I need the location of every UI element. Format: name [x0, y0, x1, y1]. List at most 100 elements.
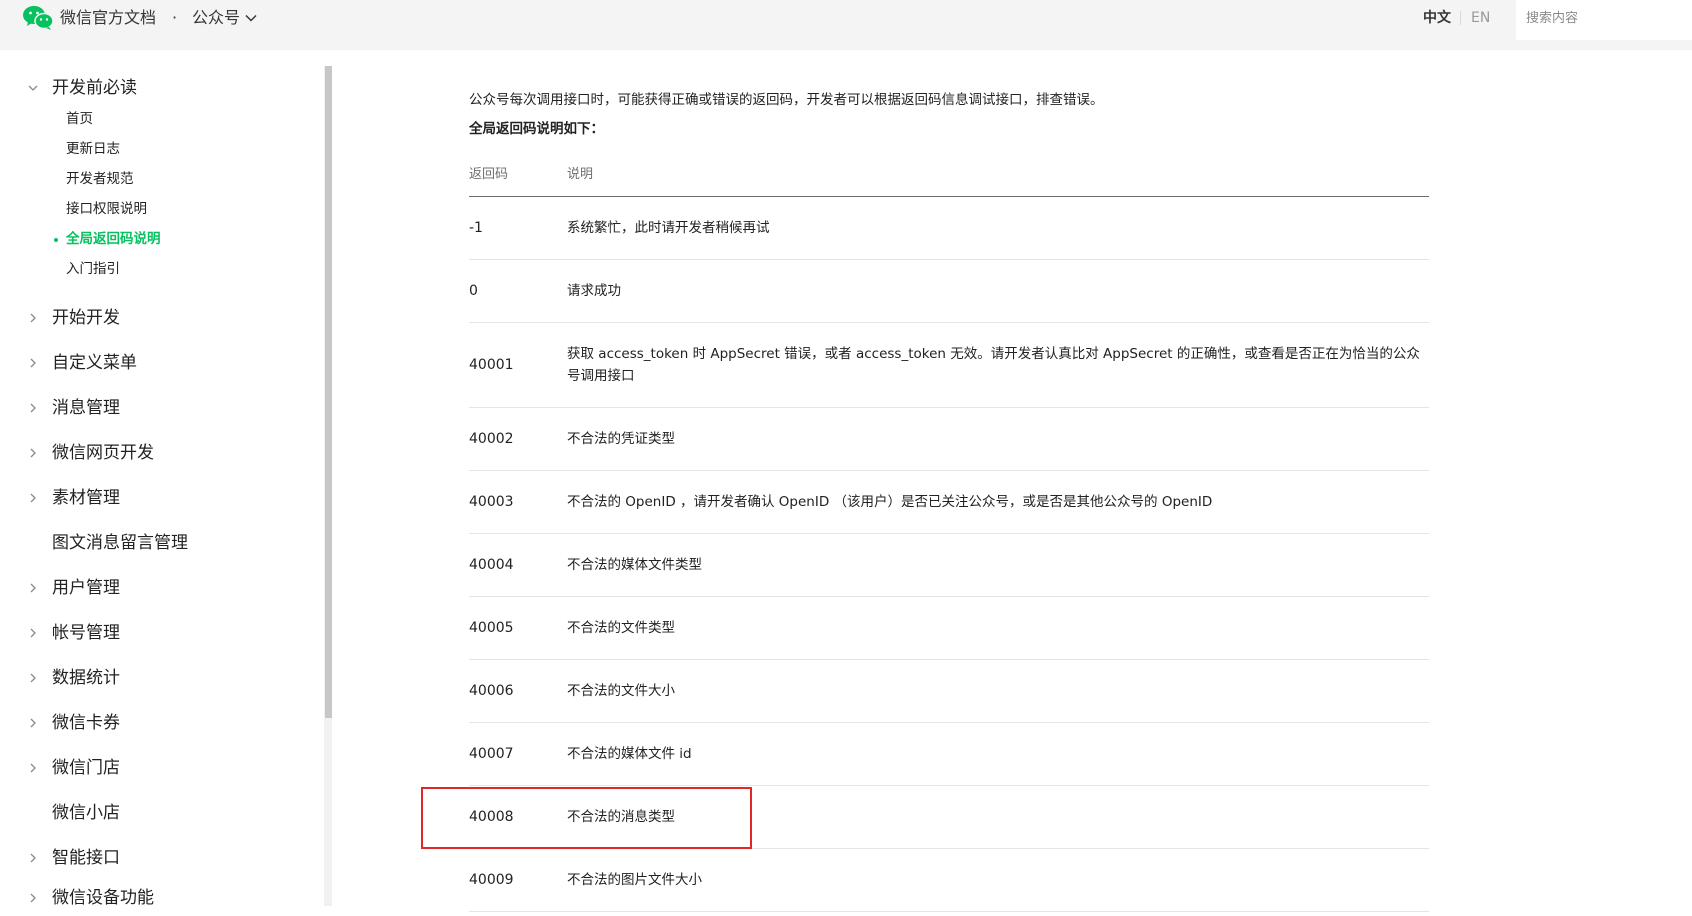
sidebar-nav: 开发前必读 首页 更新日志 开发者规范 接口权限说明 全局返回码说明 入门指引 …	[0, 50, 340, 908]
sidebar-item-global-return-codes[interactable]: 全局返回码说明	[0, 226, 320, 252]
sidebar-item-changelog[interactable]: 更新日志	[0, 136, 320, 162]
chevron-right-icon	[30, 893, 36, 903]
sidebar-section-web-dev[interactable]: 微信网页开发	[0, 435, 320, 471]
return-code-desc: 不合法的凭证类型	[567, 431, 675, 447]
return-code-desc: 获取 access_token 时 AppSecret 错误，或者 access…	[567, 346, 1420, 384]
return-code: 40007	[469, 746, 514, 762]
sidebar-section-label: 微信小店	[52, 803, 120, 823]
sidebar-section-shop[interactable]: 微信小店	[0, 795, 320, 831]
table-row: 0 请求成功	[469, 260, 1429, 323]
table-row: -1 系统繁忙，此时请开发者稍候再试	[469, 197, 1429, 260]
table-row: 40004 不合法的媒体文件类型	[469, 534, 1429, 597]
sidebar-section-users[interactable]: 用户管理	[0, 570, 320, 606]
sidebar-section-label: 帐号管理	[52, 623, 120, 643]
sidebar-item-home[interactable]: 首页	[0, 106, 320, 132]
site-brand[interactable]: 微信官方文档	[60, 7, 156, 29]
sidebar-section-materials[interactable]: 素材管理	[0, 480, 320, 516]
sidebar-section-label: 消息管理	[52, 398, 120, 418]
return-code: 40002	[469, 431, 514, 447]
chevron-right-icon	[30, 628, 36, 638]
search-input[interactable]	[1524, 6, 1688, 30]
sidebar-item-getting-started[interactable]: 入门指引	[0, 256, 320, 282]
return-code: 40009	[469, 872, 514, 888]
return-code-desc: 不合法的媒体文件类型	[567, 557, 702, 573]
chevron-right-icon	[30, 313, 36, 323]
sidebar-section-label: 图文消息留言管理	[52, 533, 188, 553]
chevron-right-icon	[30, 763, 36, 773]
chevron-right-icon	[30, 493, 36, 503]
search-box	[1516, 0, 1692, 40]
intro-text: 公众号每次调用接口时，可能获得正确或错误的返回码，开发者可以根据返回码信息调试接…	[469, 92, 1104, 108]
table-row: 40005 不合法的文件类型	[469, 597, 1429, 660]
column-header-code: 返回码	[469, 167, 509, 182]
sidebar-item-dev-guidelines[interactable]: 开发者规范	[0, 166, 320, 192]
lang-en-link[interactable]: EN	[1471, 7, 1490, 29]
chevron-right-icon	[30, 853, 36, 863]
sidebar-section-cards[interactable]: 微信卡券	[0, 705, 320, 741]
table-row: 40007 不合法的媒体文件 id	[469, 723, 1429, 786]
table-caption: 全局返回码说明如下：	[469, 121, 604, 137]
return-code-desc: 不合法的文件大小	[567, 683, 675, 699]
return-code-desc: 系统繁忙，此时请开发者稍候再试	[567, 220, 770, 236]
sidebar-section-comments[interactable]: 图文消息留言管理	[0, 525, 320, 561]
top-header: 微信官方文档 · 公众号 中文 EN	[0, 0, 1692, 50]
sidebar-section-label: 微信卡券	[52, 713, 120, 733]
sidebar-item-api-permissions[interactable]: 接口权限说明	[0, 196, 320, 222]
sidebar-section-label: 自定义菜单	[52, 353, 137, 373]
return-code: 40006	[469, 683, 514, 699]
sidebar-section-label: 微信门店	[52, 758, 120, 778]
sidebar-section-statistics[interactable]: 数据统计	[0, 660, 320, 696]
return-code-desc: 请求成功	[567, 283, 621, 299]
chevron-down-icon	[28, 85, 38, 91]
return-code: 40001	[469, 357, 514, 373]
sidebar-section-custom-menu[interactable]: 自定义菜单	[0, 345, 320, 381]
sidebar-section-messages[interactable]: 消息管理	[0, 390, 320, 426]
chevron-right-icon	[30, 403, 36, 413]
table-row: 40002 不合法的凭证类型	[469, 408, 1429, 471]
lang-divider	[1460, 11, 1461, 25]
chevron-right-icon	[30, 448, 36, 458]
brand-separator: ·	[172, 8, 178, 27]
chevron-right-icon	[30, 673, 36, 683]
sidebar-item-label: 开发者规范	[66, 171, 134, 187]
product-switcher[interactable]: 公众号	[192, 7, 258, 29]
table-row: 40006 不合法的文件大小	[469, 660, 1429, 723]
chevron-down-icon	[245, 14, 257, 22]
sidebar-section-label: 素材管理	[52, 488, 120, 508]
sidebar-section-label: 微信网页开发	[52, 443, 154, 463]
highlight-annotation-box	[421, 787, 752, 849]
return-code: 40003	[469, 494, 514, 510]
sidebar-section-dev-prereq[interactable]: 开发前必读	[0, 70, 320, 106]
sidebar-item-label: 全局返回码说明	[66, 231, 161, 247]
sidebar-section-stores[interactable]: 微信门店	[0, 750, 320, 786]
sidebar-item-label: 首页	[66, 111, 93, 127]
table-row: 40001 获取 access_token 时 AppSecret 错误，或者 …	[469, 323, 1429, 408]
sidebar-section-devices[interactable]: 微信设备功能	[0, 880, 320, 916]
wechat-logo-icon[interactable]	[22, 4, 54, 32]
chevron-right-icon	[30, 583, 36, 593]
sidebar-section-accounts[interactable]: 帐号管理	[0, 615, 320, 651]
return-code-desc: 不合法的 OpenID ，请开发者确认 OpenID （该用户）是否已关注公众号…	[567, 494, 1213, 510]
sidebar-section-start-dev[interactable]: 开始开发	[0, 300, 320, 336]
sidebar-section-label: 微信设备功能	[52, 888, 154, 908]
table-row: 40003 不合法的 OpenID ，请开发者确认 OpenID （该用户）是否…	[469, 471, 1429, 534]
return-code-desc: 不合法的图片文件大小	[567, 872, 702, 888]
chevron-right-icon	[30, 358, 36, 368]
return-code: 40004	[469, 557, 514, 573]
return-code: 40005	[469, 620, 514, 636]
return-code-desc: 不合法的媒体文件 id	[567, 746, 692, 762]
sidebar-item-label: 接口权限说明	[66, 201, 147, 217]
sidebar-section-label: 开发前必读	[52, 78, 137, 98]
column-header-desc: 说明	[567, 167, 594, 182]
sidebar-section-smart-api[interactable]: 智能接口	[0, 840, 320, 876]
chevron-right-icon	[30, 718, 36, 728]
sidebar-scrollbar-thumb[interactable]	[325, 66, 332, 718]
lang-zh-link[interactable]: 中文	[1423, 7, 1451, 29]
sidebar-section-label: 智能接口	[52, 848, 120, 868]
return-code: -1	[469, 220, 483, 236]
sidebar-item-label: 更新日志	[66, 141, 120, 157]
return-code-desc: 不合法的文件类型	[567, 620, 675, 636]
active-bullet-icon	[54, 238, 58, 242]
sidebar-section-label: 数据统计	[52, 668, 120, 688]
sidebar-item-label: 入门指引	[66, 261, 120, 277]
